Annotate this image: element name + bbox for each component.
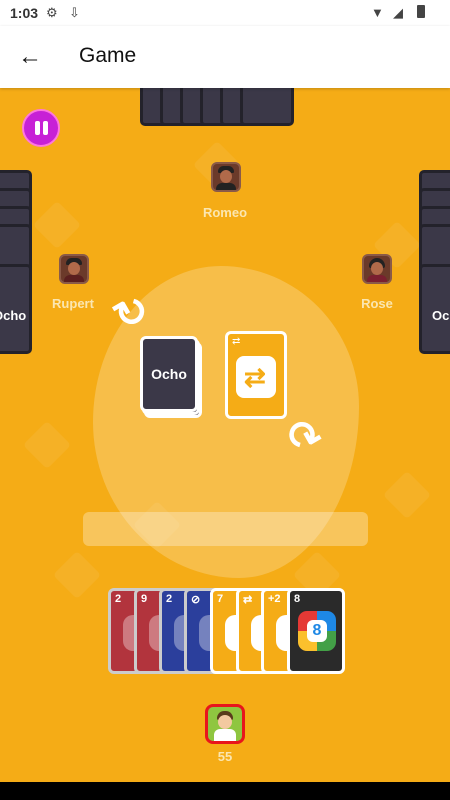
- wifi-icon: ▼: [371, 5, 384, 20]
- card-brand: Ocho: [0, 308, 27, 323]
- message-bar: [83, 512, 368, 546]
- hand-card-wild[interactable]: 8 8: [287, 588, 345, 674]
- back-arrow-icon[interactable]: ←: [16, 43, 44, 71]
- reverse-icon: ⇄: [244, 362, 266, 392]
- player-name-rupert: Rupert: [52, 296, 94, 311]
- settings-icon: ⚙: [46, 5, 58, 20]
- status-bar: 1:03 ⚙ ⇩ ▼ ◢: [0, 0, 450, 26]
- avatar-me: [205, 704, 245, 744]
- card-brand: Ocho: [432, 308, 450, 323]
- download-icon: ⇩: [69, 5, 80, 20]
- avatar-rupert: [59, 254, 89, 284]
- reverse-corner-icon: ⇄: [232, 336, 241, 347]
- avatar-rose: [362, 254, 392, 284]
- player-name-romeo: Romeo: [202, 205, 248, 220]
- wild-icon: 8: [298, 611, 336, 651]
- player-score: 55: [217, 749, 233, 764]
- system-nav-bar: [0, 782, 450, 800]
- pause-button[interactable]: [22, 109, 60, 147]
- player-name-rose: Rose: [361, 296, 393, 311]
- status-time: 1:03: [10, 5, 39, 21]
- avatar-romeo: [211, 162, 241, 192]
- game-table: Ocho Ocho Romeo Rupert Rose Ocho ⇄ ⇄ ↻ ↻: [0, 88, 450, 782]
- draw-pile-brand: Ocho: [151, 366, 187, 382]
- signal-icon: ◢: [393, 5, 403, 20]
- battery-icon: [417, 5, 425, 18]
- app-bar: ← Game: [0, 26, 450, 88]
- discard-pile-reverse-card[interactable]: ⇄ ⇄: [225, 331, 287, 419]
- page-title: Game: [79, 44, 137, 67]
